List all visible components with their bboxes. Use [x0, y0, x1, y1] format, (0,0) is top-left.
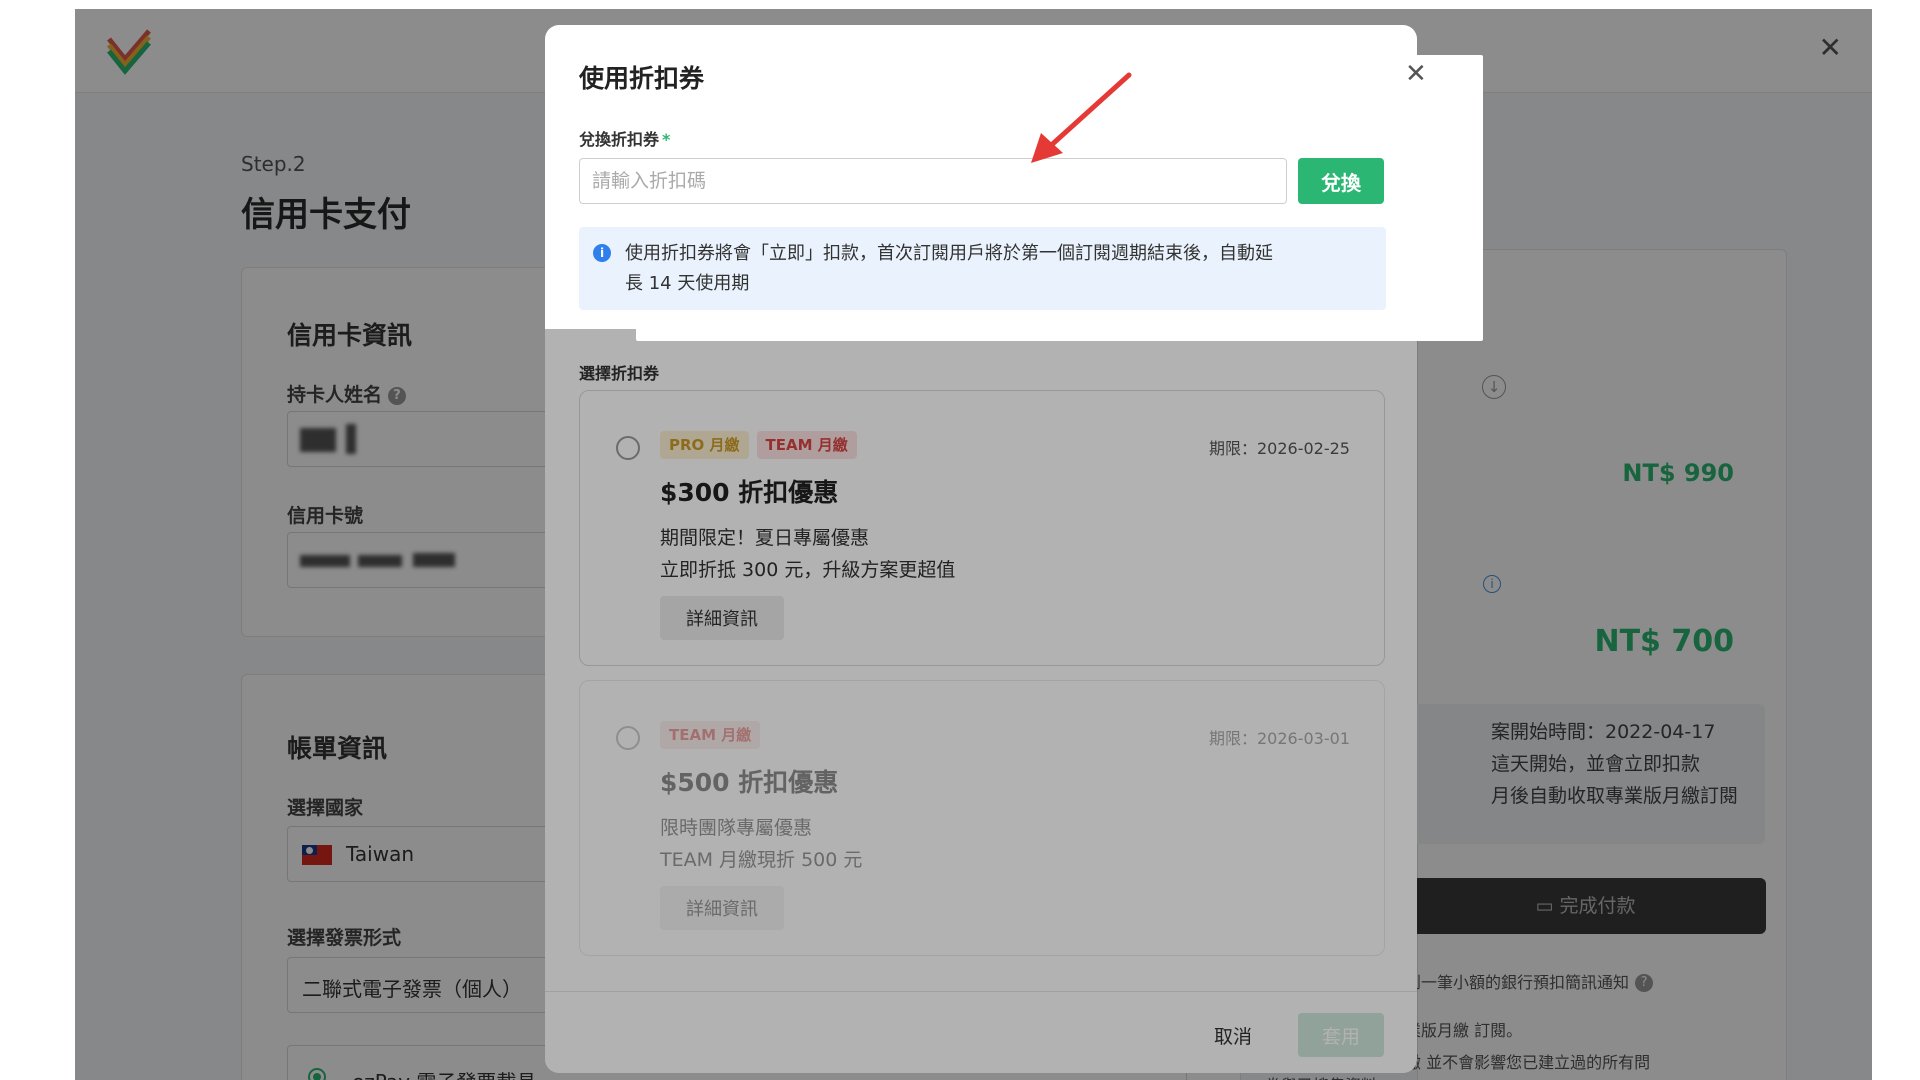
- redeem-label: 兌換折扣券 *: [579, 130, 671, 149]
- coupon-tags: TEAM 月繳: [660, 721, 768, 749]
- coupon-code-input[interactable]: [579, 158, 1287, 204]
- coupon-description: TEAM 月繳現折 500 元: [660, 849, 863, 871]
- footer-divider: [545, 991, 1417, 992]
- required-mark: *: [662, 130, 671, 149]
- coupon-details-button[interactable]: 詳細資訊: [660, 886, 784, 930]
- apply-button[interactable]: 套用: [1298, 1013, 1384, 1057]
- coupon-description: 期間限定！夏日專屬優惠: [660, 527, 870, 549]
- coupon-title: $300 折扣優惠: [660, 478, 839, 507]
- coupon-title: $500 折扣優惠: [660, 768, 839, 797]
- close-icon[interactable]: ✕: [1405, 59, 1427, 89]
- cancel-button[interactable]: 取消: [1183, 1013, 1283, 1057]
- plan-tag: TEAM 月繳: [756, 431, 857, 459]
- select-coupon-label: 選擇折扣券: [579, 364, 660, 383]
- modal-title: 使用折扣券: [579, 64, 705, 93]
- annotation-arrow-icon: [1031, 72, 1132, 163]
- coupon-expiry: 期限：2026-03-01: [1209, 729, 1350, 748]
- plan-tag: PRO 月繳: [660, 431, 749, 459]
- coupon-radio[interactable]: [616, 726, 640, 750]
- coupon-details-button[interactable]: 詳細資訊: [660, 596, 784, 640]
- coupon-expiry: 期限：2026-02-25: [1209, 439, 1350, 458]
- coupon-description: 限時團隊專屬優惠: [660, 817, 813, 839]
- screenshot-stage: ✕ Step.2 信用卡支付 信用卡資訊 持卡人姓名? 信用卡號 帳單資訊 選擇…: [0, 0, 1920, 1080]
- info-icon: i: [593, 244, 611, 262]
- coupon-description: 立即折抵 300 元，升級方案更超值: [660, 559, 956, 581]
- notice-box: i 使用折扣券將會「立即」扣款，首次訂閱用戶將於第一個訂閱週期結束後，自動延 長…: [579, 227, 1386, 310]
- coupon-card[interactable]: TEAM 月繳 期限：2026-03-01 $500 折扣優惠 限時團隊專屬優惠…: [579, 680, 1385, 956]
- coupon-radio[interactable]: [616, 436, 640, 460]
- notice-line: 使用折扣券將會「立即」扣款，首次訂閱用戶將於第一個訂閱週期結束後，自動延: [625, 243, 1273, 264]
- plan-tag: TEAM 月繳: [660, 721, 761, 749]
- coupon-tags: PRO 月繳 TEAM 月繳: [660, 431, 865, 459]
- notice-line: 長 14 天使用期: [625, 273, 750, 294]
- coupon-card[interactable]: PRO 月繳 TEAM 月繳 期限：2026-02-25 $300 折扣優惠 期間…: [579, 390, 1385, 666]
- redeem-button[interactable]: 兌換: [1298, 158, 1384, 204]
- checkout-page: ✕ Step.2 信用卡支付 信用卡資訊 持卡人姓名? 信用卡號 帳單資訊 選擇…: [75, 9, 1872, 1080]
